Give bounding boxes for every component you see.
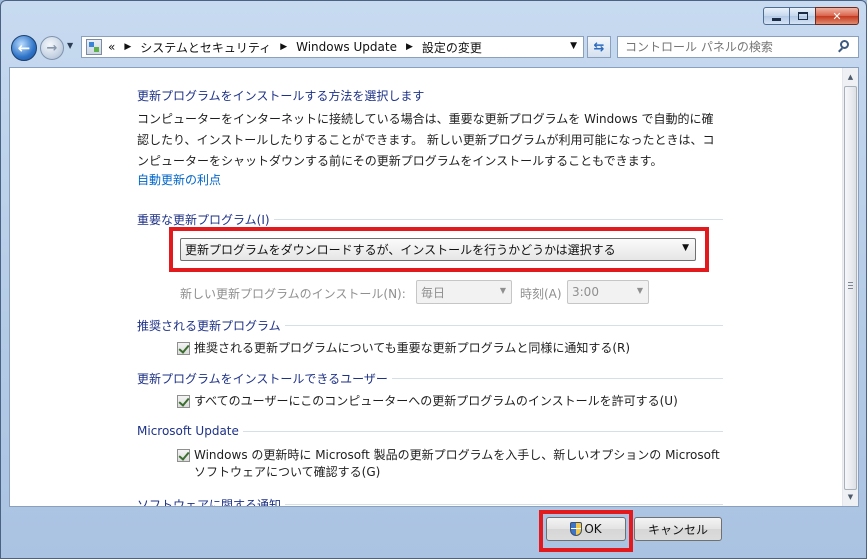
divider (391, 378, 723, 379)
maximize-button[interactable] (789, 7, 816, 25)
page-title: 更新プログラムをインストールする方法を選択します (137, 89, 425, 103)
grip-icon (848, 282, 853, 289)
breadcrumb-windows-update[interactable]: Windows Update (296, 40, 397, 54)
install-day-select[interactable]: 毎日 ▼ (416, 280, 512, 304)
divider (285, 504, 723, 505)
breadcrumb-separator-icon[interactable]: ▶ (280, 42, 287, 52)
refresh-icon: ⇆ (593, 39, 605, 55)
back-arrow-icon: ← (17, 39, 31, 57)
microsoft-update-option[interactable]: Windows の更新時に Microsoft 製品の更新プログラムを入手し、新… (177, 447, 720, 481)
important-updates-label: 重要な更新プログラム(I) (137, 213, 270, 227)
recommended-updates-label: 推奨される更新プログラム (137, 319, 281, 333)
software-notification-heading: ソフトウェアに関する通知 (137, 496, 723, 507)
cancel-button[interactable]: キャンセル (634, 517, 722, 541)
control-panel-icon (86, 39, 102, 55)
forward-button[interactable]: → (40, 36, 64, 60)
install-day-value: 毎日 (421, 285, 446, 300)
install-time-value: 3:00 (572, 285, 599, 299)
recent-pages-dropdown[interactable]: ▼ (67, 41, 73, 50)
microsoft-update-text: Windows の更新時に Microsoft 製品の更新プログラムを入手し、新… (194, 448, 720, 479)
breadcrumb-overflow[interactable]: « (108, 40, 115, 54)
who-can-install-label: 更新プログラムをインストールできるユーザー (137, 372, 388, 386)
vertical-scrollbar[interactable]: ▲ ▼ (842, 68, 858, 506)
microsoft-update-heading: Microsoft Update (137, 424, 723, 438)
intro-text: コンピューターをインターネットに接続している場合は、重要な更新プログラムを Wi… (137, 109, 723, 172)
scroll-down-icon[interactable]: ▼ (845, 490, 856, 504)
microsoft-update-label: Microsoft Update (137, 424, 239, 438)
divider (284, 325, 723, 326)
recommended-updates-text: 推奨される更新プログラムについても重要な更新プログラムと同様に通知する(R) (194, 341, 631, 355)
who-can-install-heading: 更新プログラムをインストールできるユーザー (137, 370, 723, 387)
search-icon[interactable] (838, 40, 852, 54)
install-time-label: 時刻(A) (520, 287, 562, 301)
intro-line: ンピューターをシャットダウンする前にその更新プログラムをインストールすることもで… (137, 154, 663, 168)
search-box[interactable] (617, 36, 859, 58)
breadcrumb-change-settings[interactable]: 設定の変更 (422, 39, 482, 56)
dialog-button-bar: OK キャンセル (1, 508, 866, 558)
allow-all-users-checkbox[interactable] (177, 395, 190, 408)
install-schedule-label: 新しい更新プログラムのインストール(N): (180, 287, 406, 301)
minimize-button[interactable] (763, 7, 790, 25)
close-icon: ✕ (832, 9, 842, 23)
microsoft-update-checkbox[interactable] (177, 449, 190, 462)
caption-buttons: ✕ (763, 7, 859, 25)
recommended-updates-checkbox[interactable] (177, 342, 190, 355)
search-input[interactable] (625, 40, 825, 54)
intro-line: 認したり、インストールしたりすることができます。 新しい更新プログラムが利用可能… (137, 133, 715, 147)
scrollbar-thumb[interactable] (844, 86, 857, 490)
divider (242, 430, 723, 432)
cancel-button-label: キャンセル (647, 522, 708, 537)
highlight-box (169, 227, 709, 272)
install-time-select[interactable]: 3:00 ▼ (567, 280, 649, 304)
close-button[interactable]: ✕ (815, 7, 859, 25)
address-dropdown-icon[interactable]: ▼ (570, 41, 577, 51)
settings-panel: 更新プログラムをインストールする方法を選択します コンピューターをインターネット… (9, 67, 859, 507)
allow-all-users-option[interactable]: すべてのユーザーにこのコンピューターへの更新プログラムのインストールを許可する(… (177, 393, 678, 410)
minimize-icon (772, 17, 781, 21)
back-button[interactable]: ← (11, 35, 37, 61)
allow-all-users-text: すべてのユーザーにこのコンピューターへの更新プログラムのインストールを許可する(… (194, 394, 678, 408)
chevron-down-icon: ▼ (67, 41, 74, 50)
maximize-icon (797, 12, 808, 20)
recommended-updates-option[interactable]: 推奨される更新プログラムについても重要な更新プログラムと同様に通知する(R) (177, 340, 630, 357)
forward-arrow-icon: → (46, 40, 58, 56)
auto-update-benefits-link[interactable]: 自動更新の利点 (137, 171, 221, 188)
important-updates-heading: 重要な更新プログラム(I) (137, 211, 723, 228)
divider (273, 219, 723, 220)
refresh-button[interactable]: ⇆ (587, 36, 611, 58)
breadcrumb-system-security[interactable]: システムとセキュリティ (140, 39, 271, 56)
highlight-box (539, 510, 633, 552)
recommended-updates-heading: 推奨される更新プログラム (137, 317, 723, 334)
intro-line: コンピューターをインターネットに接続している場合は、重要な更新プログラムを Wi… (137, 112, 714, 126)
address-bar[interactable]: « ▶ システムとセキュリティ ▶ Windows Update ▶ 設定の変更… (81, 36, 584, 58)
dropdown-arrow-icon: ▼ (499, 286, 506, 295)
control-panel-window: ✕ ← → ▼ « ▶ システムとセキュリティ ▶ Windows Update… (0, 0, 867, 559)
dropdown-arrow-icon: ▼ (636, 286, 643, 295)
breadcrumb-separator-icon[interactable]: ▶ (124, 42, 131, 52)
software-notification-label: ソフトウェアに関する通知 (137, 498, 282, 507)
scroll-up-icon[interactable]: ▲ (845, 70, 856, 84)
breadcrumb-separator-icon[interactable]: ▶ (406, 42, 413, 52)
